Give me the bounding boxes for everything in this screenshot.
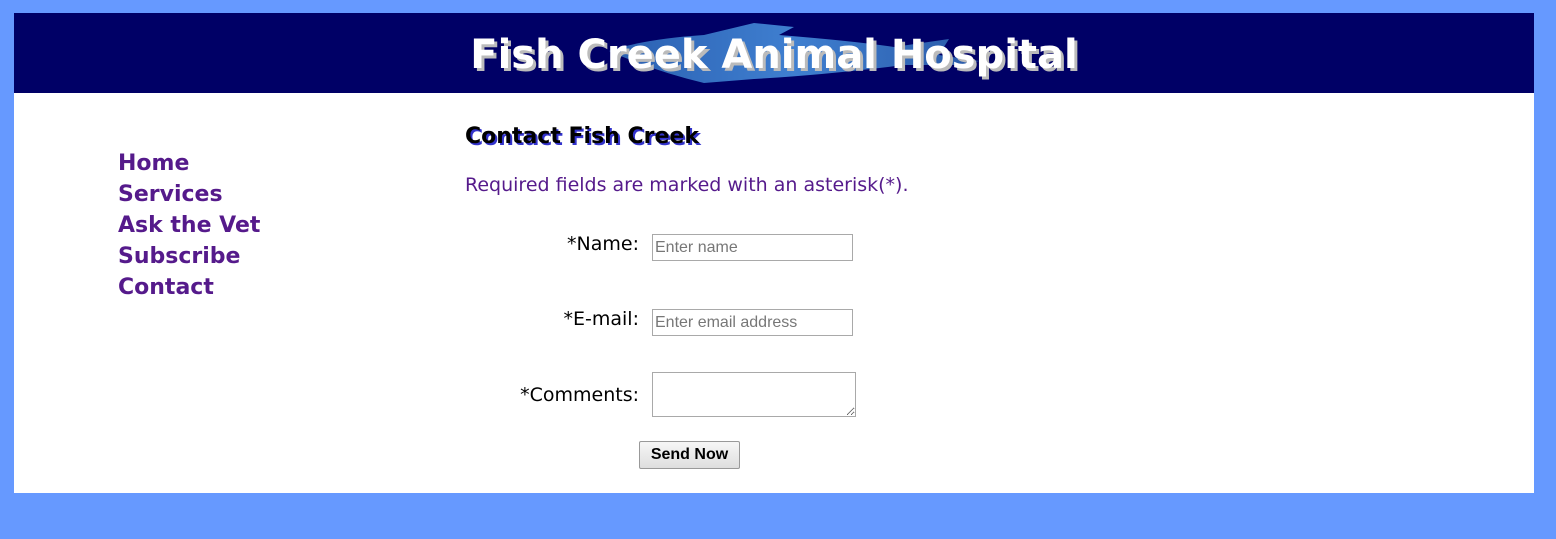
email-label: *E-mail: xyxy=(563,308,639,330)
main-content: Contact Fish Creek Required fields are m… xyxy=(465,121,909,469)
site-header: Fish Creek Animal Hospital xyxy=(14,13,1534,93)
nav-subscribe[interactable]: Subscribe xyxy=(118,241,260,272)
nav-contact[interactable]: Contact xyxy=(118,272,260,303)
name-label: *Name: xyxy=(567,233,639,255)
required-note: Required fields are marked with an aster… xyxy=(465,174,909,196)
nav-services[interactable]: Services xyxy=(118,179,260,210)
name-input[interactable] xyxy=(652,234,853,261)
email-input[interactable] xyxy=(652,309,853,336)
nav-home[interactable]: Home xyxy=(118,148,260,179)
comments-label: *Comments: xyxy=(520,384,639,406)
site-title: Fish Creek Animal Hospital xyxy=(470,32,1078,78)
nav-ask-the-vet[interactable]: Ask the Vet xyxy=(118,210,260,241)
send-now-button[interactable]: Send Now xyxy=(639,441,740,469)
page-title: Contact Fish Creek xyxy=(465,124,699,149)
page-container: Fish Creek Animal Hospital Home Services… xyxy=(14,13,1534,493)
comments-textarea[interactable] xyxy=(652,372,856,417)
main-nav: Home Services Ask the Vet Subscribe Cont… xyxy=(118,148,260,303)
